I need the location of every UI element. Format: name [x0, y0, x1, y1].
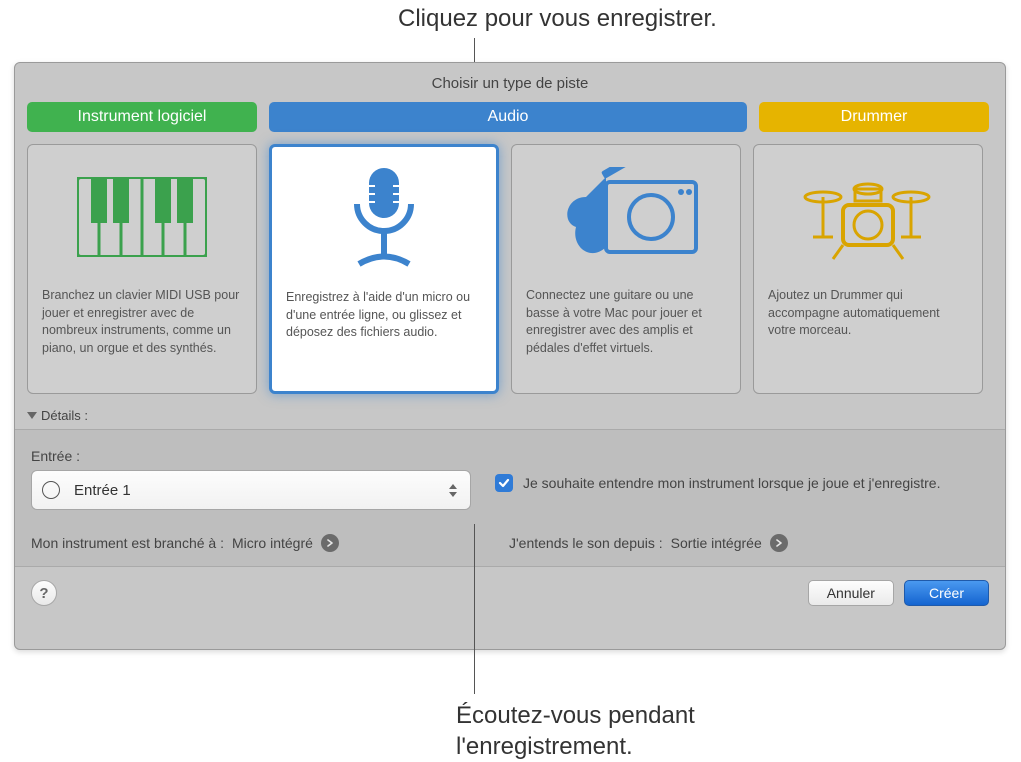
card-description: Branchez un clavier MIDI USB pour jouer …	[42, 287, 242, 357]
piano-keys-icon	[42, 157, 242, 277]
header-tab-software-instrument[interactable]: Instrument logiciel	[27, 102, 257, 132]
cancel-button[interactable]: Annuler	[808, 580, 894, 606]
card-description: Connectez une guitare ou une basse à vot…	[526, 287, 726, 357]
input-select[interactable]: Entrée 1	[31, 470, 471, 510]
chevron-right-icon	[321, 534, 339, 552]
new-track-dialog: Choisir un type de piste Instrument logi…	[14, 62, 1006, 650]
output-device-link[interactable]: J'entends le son depuis : Sortie intégré…	[509, 534, 788, 552]
card-audio-guitar[interactable]: Connectez une guitare ou une basse à vot…	[511, 144, 741, 394]
instrument-connection-link[interactable]: Mon instrument est branché à : Micro int…	[31, 534, 489, 552]
input-select-value: Entrée 1	[74, 482, 131, 499]
help-button[interactable]: ?	[31, 580, 57, 606]
guitar-amp-icon	[526, 157, 726, 277]
create-button[interactable]: Créer	[904, 580, 989, 606]
callout-text-record: Cliquez pour vous enregistrer.	[398, 5, 717, 33]
details-panel: Entrée : Entrée 1 Je souhaite entendre m…	[15, 429, 1005, 567]
details-label: Détails :	[41, 408, 88, 423]
card-software-instrument[interactable]: Branchez un clavier MIDI USB pour jouer …	[27, 144, 257, 394]
dialog-footer: ? Annuler Créer	[15, 567, 1005, 619]
dialog-title: Choisir un type de piste	[15, 63, 1005, 102]
card-description: Ajoutez un Drummer qui accompagne automa…	[768, 287, 968, 340]
header-tab-drummer[interactable]: Drummer	[759, 102, 989, 132]
microphone-icon	[286, 159, 482, 279]
card-drummer[interactable]: Ajoutez un Drummer qui accompagne automa…	[753, 144, 983, 394]
track-type-header-tabs: Instrument logiciel Audio Drummer	[15, 102, 1005, 132]
chevron-updown-icon	[444, 475, 462, 505]
monitoring-label: Je souhaite entendre mon instrument lors…	[523, 474, 940, 492]
callout-line	[474, 524, 475, 694]
input-label: Entrée :	[31, 448, 475, 464]
card-description: Enregistrez à l'aide d'un micro ou d'une…	[286, 289, 482, 342]
track-type-cards: Branchez un clavier MIDI USB pour jouer …	[15, 132, 1005, 406]
details-disclosure[interactable]: Détails :	[15, 406, 1005, 429]
card-audio-mic[interactable]: Enregistrez à l'aide d'un micro ou d'une…	[269, 144, 499, 394]
drum-kit-icon	[768, 157, 968, 277]
instrument-link-prefix: Mon instrument est branché à :	[31, 535, 224, 551]
instrument-link-value: Micro intégré	[232, 535, 313, 551]
monitoring-checkbox[interactable]	[495, 474, 513, 492]
callout-text-monitor: Écoutez-vous pendant l'enregistrement.	[456, 700, 695, 762]
header-tab-audio[interactable]: Audio	[269, 102, 747, 132]
output-link-value: Sortie intégrée	[671, 535, 762, 551]
chevron-right-icon	[770, 534, 788, 552]
input-channel-icon	[42, 481, 60, 499]
output-link-prefix: J'entends le son depuis :	[509, 535, 663, 551]
